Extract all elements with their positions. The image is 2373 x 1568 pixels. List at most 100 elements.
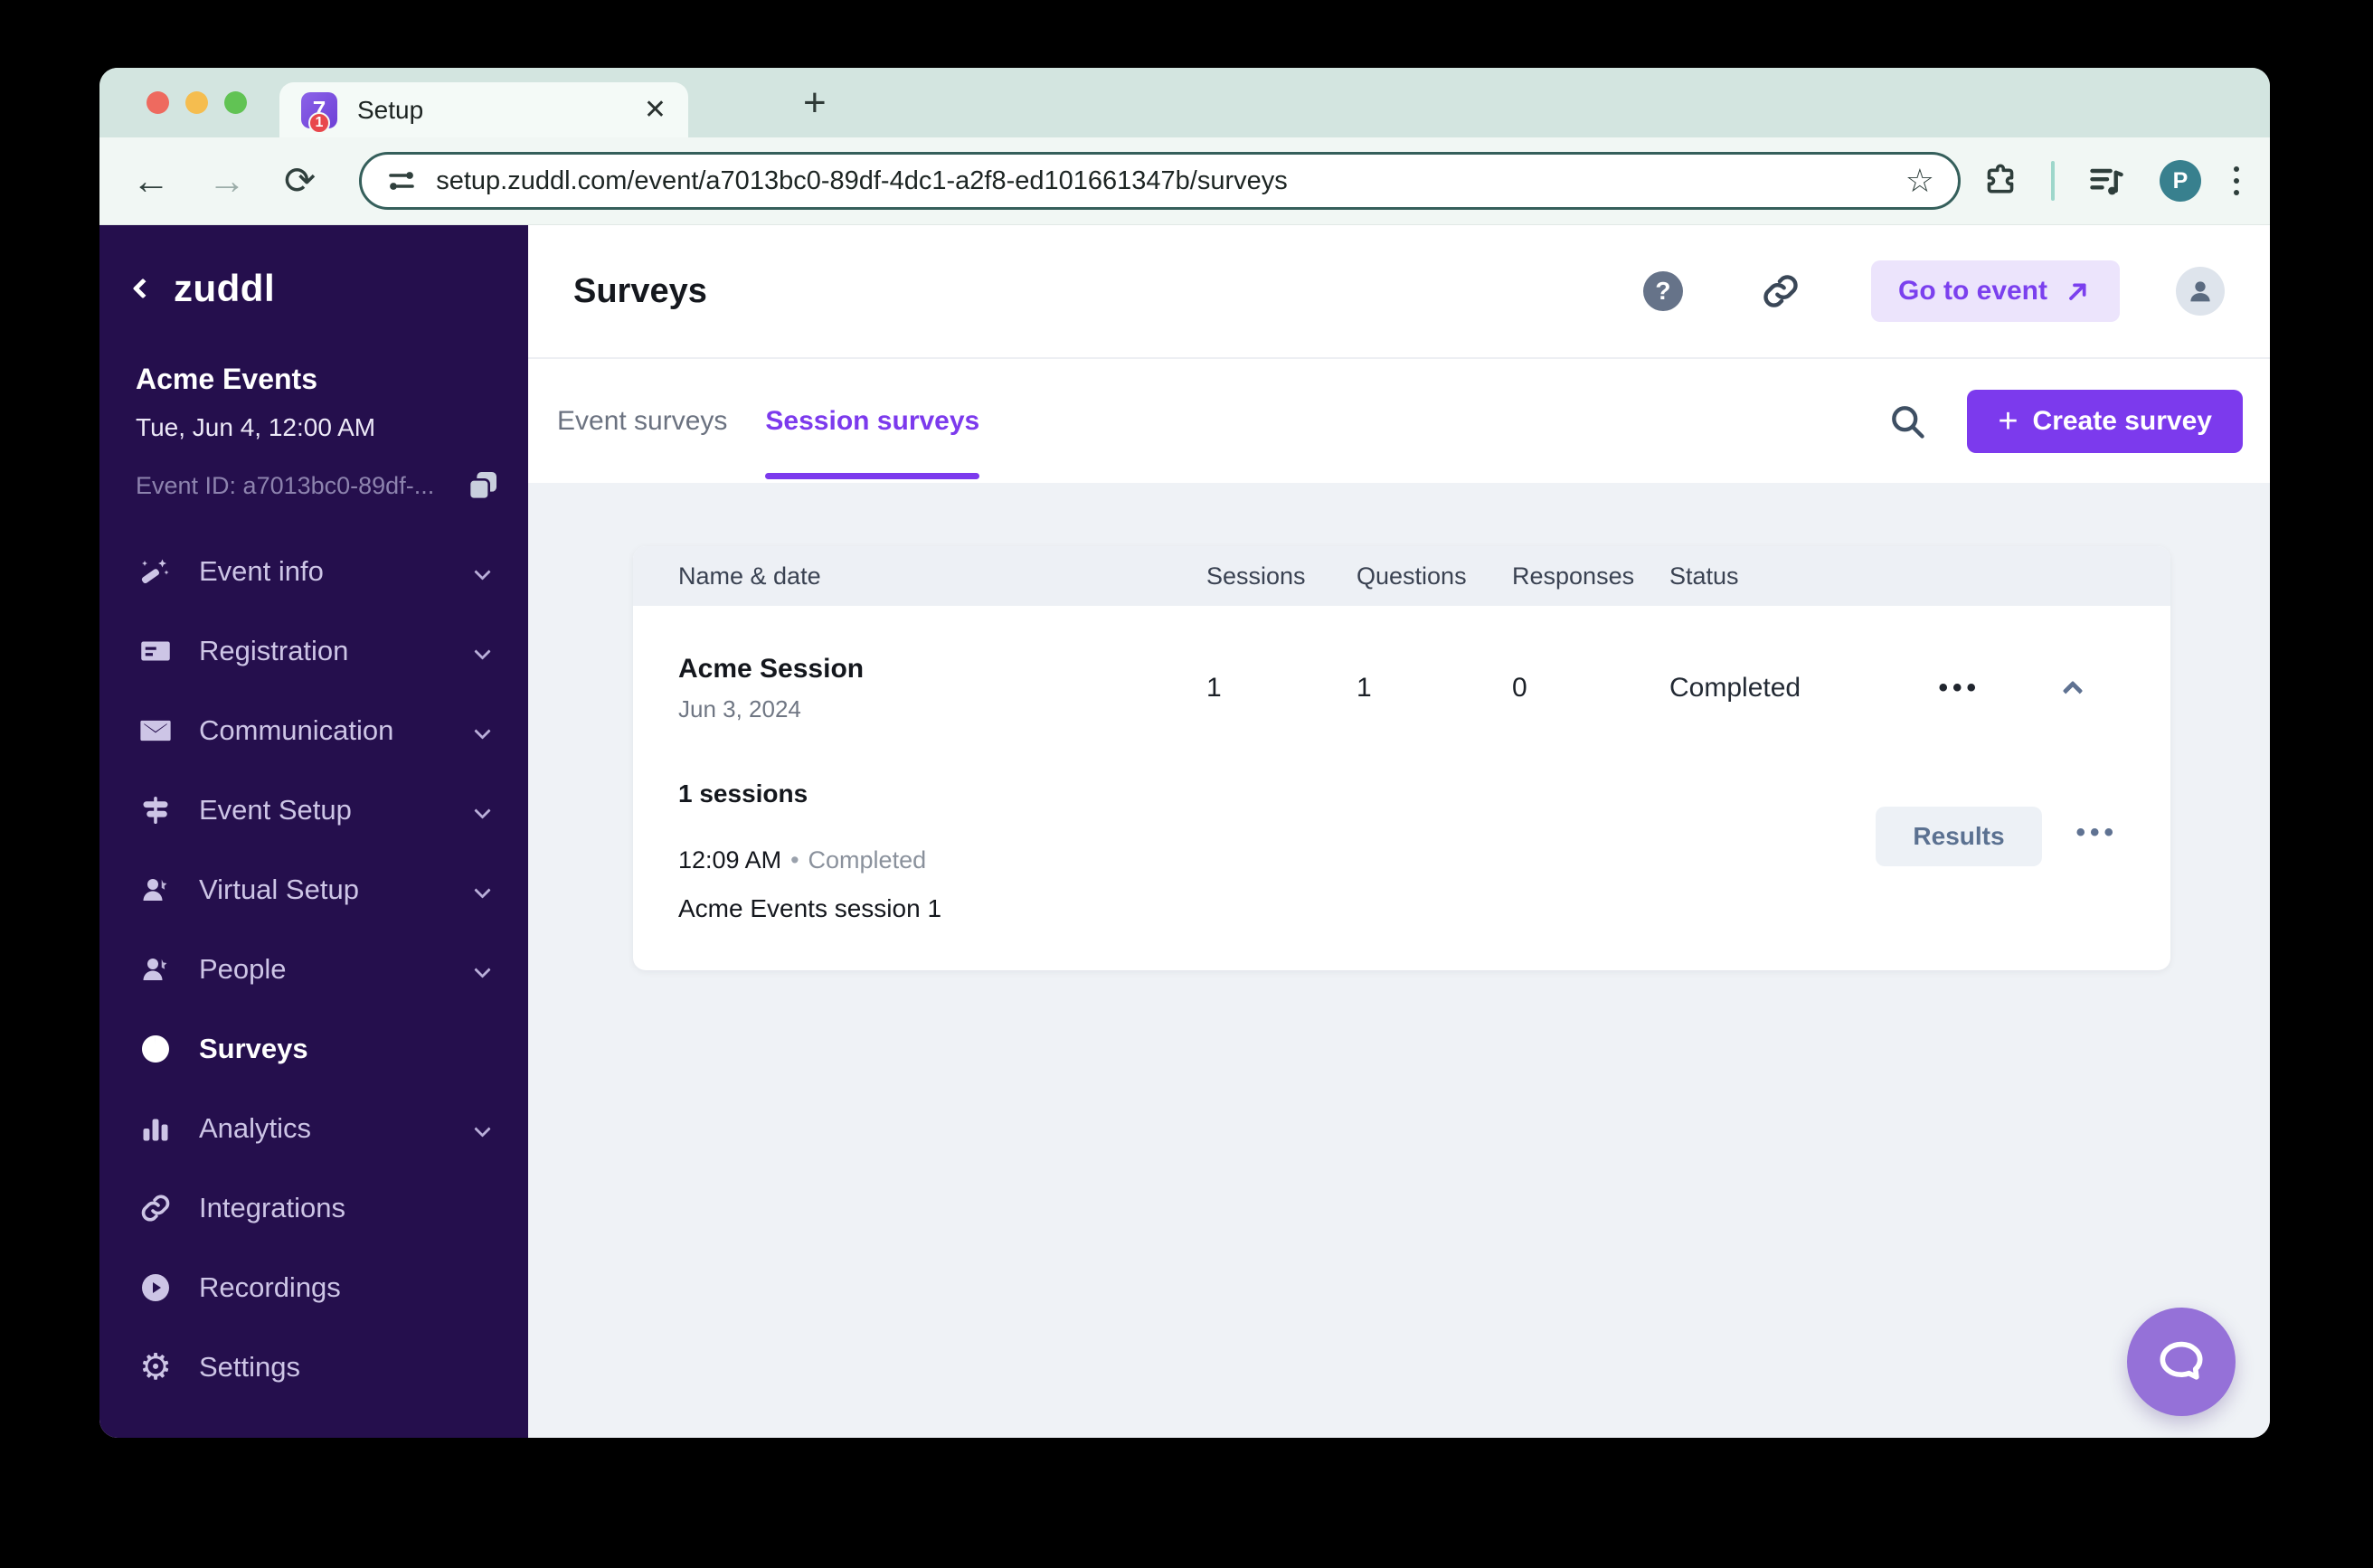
sidebar-item-label: Communication [199,714,394,746]
table-row[interactable]: Acme Session Jun 3, 2024 1 1 0 Completed… [633,606,2170,770]
sidebar-item-label: Surveys [199,1033,308,1064]
zuddl-favicon: 7 1 [301,91,337,134]
toolbar-right-cluster: P [1982,160,2239,202]
browser-window: 7 1 Setup ✕ + ← → ⟳ setup.zuddl.com/even… [99,68,2270,1438]
bookmark-star-icon[interactable]: ☆ [1905,162,1934,200]
url-text[interactable]: setup.zuddl.com/event/a7013bc0-89df-4dc1… [436,166,1905,196]
go-to-event-label: Go to event [1897,276,2047,306]
zuddl-app: zuddl Acme Events Tue, Jun 4, 12:00 AM E… [99,225,2270,1438]
sidebar-item-event-info[interactable]: Event info [99,532,528,611]
column-responses: Responses [1512,562,1635,590]
create-survey-label: Create survey [2032,405,2212,436]
collapse-sidebar-icon[interactable] [132,278,154,299]
tab-close-icon[interactable]: ✕ [644,94,667,126]
chevron-down-icon[interactable] [474,881,491,899]
browser-tabstrip: 7 1 Setup ✕ + [99,68,2270,137]
toolbar-divider [2051,161,2055,201]
sidebar-item-virtual-setup[interactable]: Virtual Setup [99,850,528,930]
expanded-sessions-panel: 1 sessions 12:09 AM • Completed Acme Event… [633,770,2170,970]
envelope-icon [136,713,175,748]
column-status: Status [1669,562,1739,590]
chevron-down-icon[interactable] [474,801,491,819]
support-chat-button[interactable] [2127,1308,2236,1416]
browser-menu-icon[interactable] [2234,166,2239,195]
session-name: Acme Events session 1 [678,894,942,922]
sidebar-item-communication[interactable]: Communication [99,691,528,770]
survey-name: Acme Session [678,653,865,684]
results-button[interactable]: Results [1876,807,2042,866]
address-bar[interactable]: setup.zuddl.com/event/a7013bc0-89df-4dc1… [359,152,1961,210]
status-value: Completed [1669,673,1801,703]
zoom-window-button[interactable] [224,91,247,114]
zuddl-logo[interactable]: zuddl [174,267,275,310]
person-silhouette-icon [2190,281,2210,302]
gear-icon: ⚙ [139,1347,172,1387]
link-icon [136,1192,175,1224]
row-menu-icon[interactable]: ••• [1938,673,1981,704]
surveys-tab-bar: Event surveys Session surveys + Create s… [528,357,2270,483]
session-time: 12:09 AM [678,846,782,874]
help-icon[interactable]: ? [1642,271,1683,311]
tab-session-surveys[interactable]: Session surveys [765,359,980,483]
extensions-puzzle-icon[interactable] [1982,163,2018,199]
page-header: Surveys ? Go to event [528,225,2270,357]
sidebar-menu: Event info Registration Communication Ev… [99,532,528,1407]
search-icon[interactable] [1887,401,1927,441]
media-controls-icon[interactable] [2087,161,2127,201]
sidebar-item-label: Event Setup [199,794,352,826]
tab-event-surveys[interactable]: Event surveys [557,359,727,483]
sidebar-item-label: Registration [199,635,349,666]
table-header: Name & date Sessions Questions Responses… [633,546,2170,606]
sidebar-item-settings[interactable]: ⚙ Settings [99,1327,528,1407]
sidebar-item-surveys[interactable]: Surveys [99,1009,528,1089]
sidebar-item-recordings[interactable]: Recordings [99,1248,528,1327]
sidebar: zuddl Acme Events Tue, Jun 4, 12:00 AM E… [99,225,528,1438]
magic-wand-icon [136,555,175,588]
sidebar-item-integrations[interactable]: Integrations [99,1168,528,1248]
close-window-button[interactable] [147,91,169,114]
dot-separator: • [790,846,799,874]
survey-date: Jun 3, 2024 [678,694,801,723]
content-area: Name & date Sessions Questions Responses… [528,483,2270,1438]
sidebar-item-people[interactable]: People [99,930,528,1009]
go-to-event-button[interactable]: Go to event [1870,260,2120,322]
sidebar-item-label: Settings [199,1351,301,1383]
back-icon[interactable]: ← [132,162,170,200]
survey-name-cell: Acme Session Jun 3, 2024 [678,654,1206,723]
sidebar-item-label: Recordings [199,1271,341,1303]
chevron-down-icon[interactable] [474,562,491,581]
session-surveys-card: Name & date Sessions Questions Responses… [633,546,2170,970]
sessions-count-label: 1 sessions [678,779,808,808]
user-avatar[interactable] [2176,267,2225,316]
chevron-down-icon[interactable] [474,722,491,740]
browser-profile-avatar[interactable]: P [2160,160,2201,202]
session-menu-icon[interactable]: ••• [2075,817,2118,848]
share-link-icon[interactable] [1761,271,1801,311]
reload-icon[interactable]: ⟳ [284,162,316,200]
main-panel: Surveys ? Go to event Event surveys Sess… [528,225,2270,1438]
copy-icon[interactable] [465,468,501,504]
create-survey-button[interactable]: + Create survey [1967,389,2243,453]
new-tab-button[interactable]: + [803,80,827,126]
chevron-down-icon[interactable] [474,642,491,660]
sidebar-item-label: People [199,953,287,985]
sidebar-item-analytics[interactable]: Analytics [99,1089,528,1168]
sidebar-item-label: Virtual Setup [199,874,359,905]
sidebar-item-registration[interactable]: Registration [99,611,528,691]
questions-count: 1 [1357,673,1372,703]
page-title: Surveys [573,271,707,310]
window-controls [147,91,247,114]
sessions-count: 1 [1206,673,1222,703]
notification-badge: 1 [308,111,330,134]
sidebar-item-event-setup[interactable]: Event Setup [99,770,528,850]
plus-icon: + [1998,401,2018,440]
minimize-window-button[interactable] [185,91,208,114]
browser-tab-setup[interactable]: 7 1 Setup ✕ [279,82,688,137]
chevron-down-icon[interactable] [474,960,491,978]
arrow-up-right-icon [2069,283,2086,300]
chevron-down-icon[interactable] [474,1119,491,1138]
sidebar-item-label: Analytics [199,1112,312,1144]
column-sessions: Sessions [1206,562,1306,590]
site-settings-icon[interactable] [385,165,418,197]
people-icon [136,953,175,986]
